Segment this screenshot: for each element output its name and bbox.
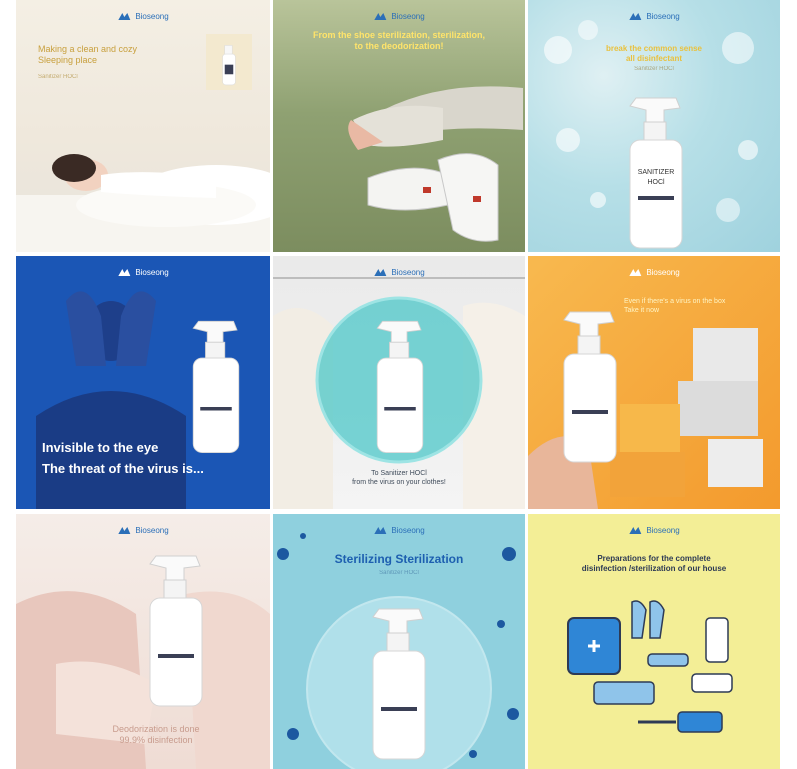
brand-logo: Bioseong (628, 12, 680, 21)
brand-logo: Bioseong (117, 526, 169, 535)
product-bottle (372, 608, 426, 760)
tile-invisible-threat: Bioseong Invisible to the eye The threat… (16, 256, 270, 509)
tile-preparations: Bioseong Preparations for the complete d… (528, 514, 780, 769)
tile-sterilizing: Bioseong Sterilizing Sterilization Sanit… (273, 514, 525, 769)
brand-name: Bioseong (391, 268, 425, 277)
brand-logo: Bioseong (373, 526, 425, 535)
bottle-label: SANITIZER (638, 169, 675, 176)
brand-logo-icon (118, 527, 131, 534)
brand-name: Bioseong (391, 526, 425, 535)
cleaning-supplies-illustration (567, 600, 733, 733)
brand-logo-icon (374, 527, 387, 534)
product-bottle (376, 320, 424, 453)
tile-box-virus: Bioseong Even if there's a virus on the … (528, 256, 780, 509)
tile-subtitle: Sanitizer HOCl (379, 570, 419, 576)
tile-clothes-virus: Bioseong To Sanitizer HOCl from the viru… (273, 256, 525, 509)
brand-name: Bioseong (646, 12, 680, 21)
shoes-on-grass-photo (348, 86, 523, 242)
tile-subtitle: Sanitizer HOCl (634, 66, 674, 72)
product-collage: Bioseong Making a clean and cozy Sleepin… (0, 0, 797, 769)
brand-logo-icon (374, 269, 387, 276)
tile-headline: Invisible to the eye The threat of the v… (42, 440, 204, 476)
tile-deodorization: Bioseong Deodorization is done 99.9% dis… (16, 514, 270, 769)
tile-headline: Sterilizing Sterilization (334, 552, 464, 566)
bottle-label-sub: HOCl (647, 179, 665, 186)
tile-headline: break the common sense all disinfectant (605, 44, 703, 63)
tile-sleeping-place: Bioseong Making a clean and cozy Sleepin… (16, 0, 270, 252)
product-bottle (149, 555, 203, 707)
product-bottle (192, 320, 240, 453)
tile-headline: Deodorization is done 99.9% disinfection (112, 724, 200, 746)
product-bottle (563, 311, 617, 463)
brand-name: Bioseong (135, 526, 169, 535)
tile-common-sense: Bioseong break the common sense all disi… (528, 0, 780, 252)
tile-shoe-sterilization: Bioseong From the shoe sterilization, st… (273, 0, 525, 252)
sleeping-woman-photo (16, 154, 270, 252)
brand-logo: Bioseong (373, 268, 425, 277)
tile-headline: To Sanitizer HOCl from the virus on your… (352, 470, 446, 486)
product-bottle: SANITIZER HOCl (629, 97, 683, 249)
brand-logo-icon (629, 13, 642, 20)
